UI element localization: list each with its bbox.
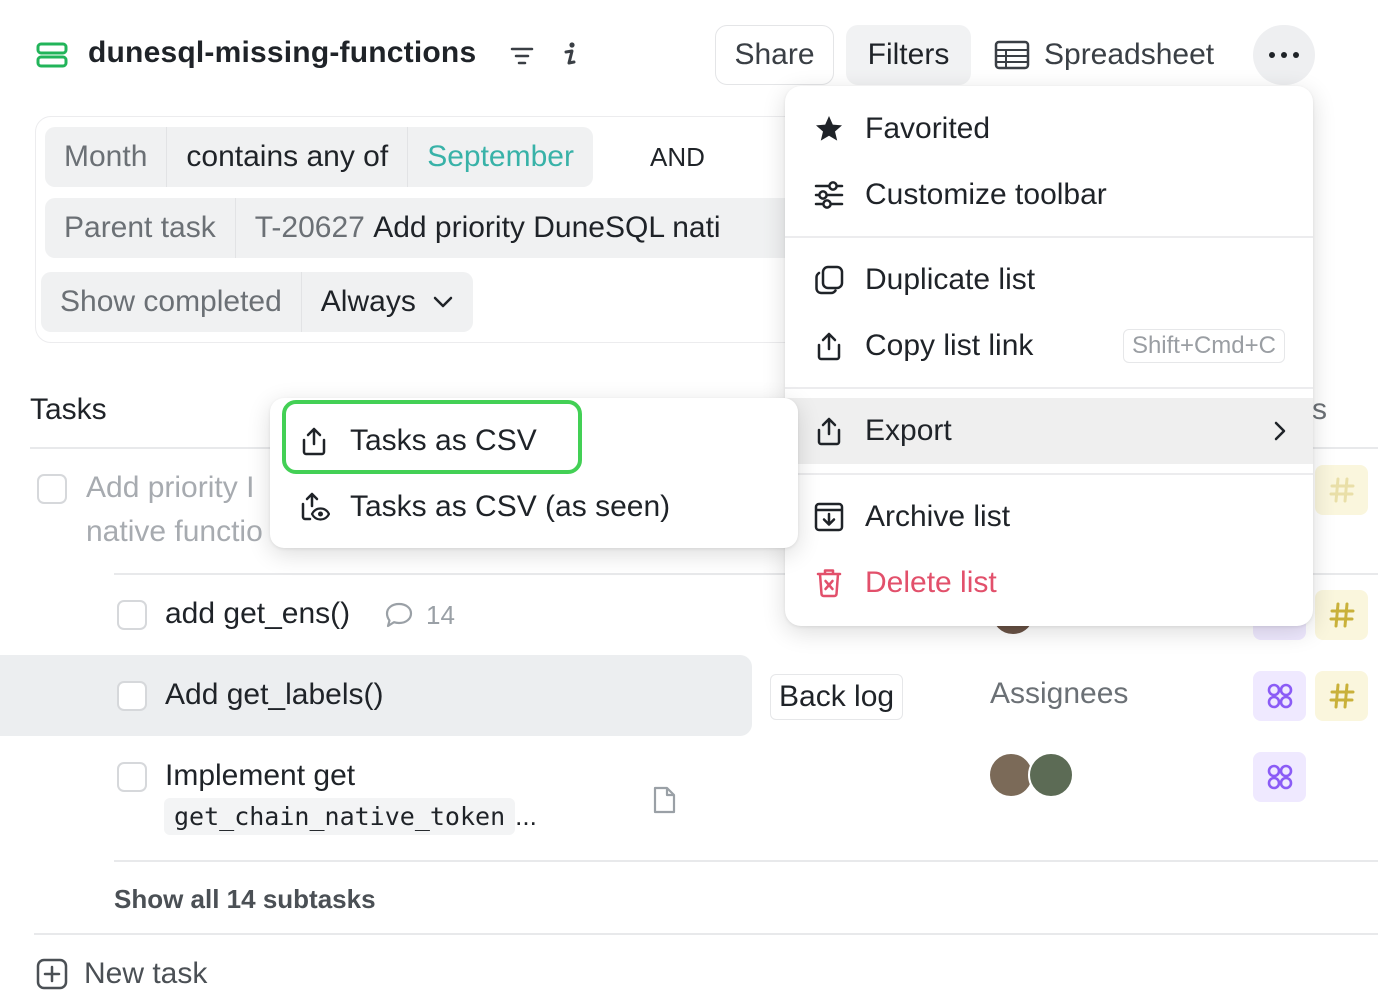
export-icon	[302, 427, 326, 456]
document-icon	[653, 786, 676, 814]
task-checkbox[interactable]	[37, 474, 67, 504]
show-all-subtasks-link[interactable]: Show all 14 subtasks	[114, 884, 376, 915]
filter-operator[interactable]: contains any of	[167, 127, 409, 187]
avatar[interactable]	[1028, 752, 1074, 798]
new-task-button[interactable]: New task	[36, 957, 207, 991]
filters-button[interactable]: Filters	[846, 25, 971, 85]
show-completed-select[interactable]: Always	[302, 272, 473, 332]
menu-item-copy-list-link[interactable]: Copy list link Shift+Cmd+C	[785, 313, 1313, 379]
filter-chip-month[interactable]: Month contains any of September	[45, 127, 593, 187]
hashtag-icon	[1329, 602, 1354, 628]
sort-icon[interactable]	[508, 42, 536, 70]
comment-count: 14	[426, 600, 455, 630]
status-badge[interactable]: Back log	[770, 674, 904, 720]
chevron-down-icon	[433, 296, 453, 308]
menu-item-export[interactable]: Export	[785, 398, 1313, 464]
task-title[interactable]: Add get_labels()	[165, 678, 383, 712]
chevron-right-icon	[1274, 421, 1286, 441]
new-task-label: New task	[84, 957, 208, 990]
task-id: T-20627	[254, 211, 365, 244]
apps-icon	[1267, 764, 1292, 790]
ellipsis: ...	[515, 801, 537, 831]
submenu-item-tasks-csv-as-seen[interactable]: Tasks as CSV (as seen)	[270, 474, 798, 540]
code-inline: get_chain_native_token	[164, 798, 516, 835]
filter-value[interactable]: T-20627 Add priority DuneSQL nati	[236, 198, 740, 258]
spreadsheet-label: Spreadsheet	[1044, 38, 1215, 71]
hashtag-icon	[1329, 683, 1354, 709]
filter-joiner[interactable]: AND	[650, 142, 705, 173]
share-button[interactable]: Share	[715, 25, 834, 85]
submenu-item-label: Tasks as CSV	[350, 424, 537, 457]
share-out-icon	[817, 332, 841, 361]
duplicate-icon	[815, 265, 844, 295]
task-title[interactable]: add get_ens()	[165, 597, 350, 631]
task-checkbox[interactable]	[117, 681, 147, 711]
filter-chip-show-completed[interactable]: Show completed Always	[41, 272, 473, 332]
hashtag-button[interactable]	[1315, 465, 1368, 515]
menu-item-label: Favorited	[865, 112, 991, 145]
menu-item-favorited[interactable]: Favorited	[785, 96, 1313, 162]
filter-field[interactable]: Parent task	[45, 198, 236, 258]
filter-value[interactable]: September	[408, 127, 593, 187]
parent-task-title-line1[interactable]: Add priority I	[86, 471, 254, 505]
star-icon	[816, 116, 842, 141]
export-icon	[817, 417, 841, 446]
submenu-item-label: Tasks as CSV (as seen)	[350, 490, 671, 523]
menu-separator	[785, 387, 1313, 389]
menu-item-label: Archive list	[865, 500, 1011, 533]
plus-square-icon	[36, 958, 68, 990]
list-title: dunesql-missing-functions	[88, 36, 477, 69]
assignees-placeholder[interactable]: Assignees	[990, 677, 1128, 711]
list-options-menu: Favorited Customize toolbar Duplicate li…	[785, 86, 1313, 626]
menu-item-label: Duplicate list	[865, 263, 1036, 296]
menu-item-label: Copy list link	[865, 329, 1034, 362]
apps-icon	[1267, 683, 1292, 709]
task-code-snippet[interactable]: get_chain_native_token...	[164, 798, 537, 835]
export-submenu: Tasks as CSV Tasks as CSV (as seen)	[270, 398, 798, 548]
menu-separator	[785, 236, 1313, 238]
keyboard-shortcut: Shift+Cmd+C	[1122, 329, 1285, 363]
column-header-partial: s	[1312, 393, 1327, 426]
spreadsheet-icon	[994, 40, 1030, 70]
hashtag-icon	[1329, 477, 1354, 503]
apps-button[interactable]	[1253, 671, 1306, 721]
hashtag-button[interactable]	[1315, 590, 1368, 640]
task-title[interactable]: Implement get	[165, 759, 355, 793]
more-options-button[interactable]	[1253, 25, 1315, 85]
menu-item-label: Customize toolbar	[865, 178, 1107, 211]
divider	[34, 933, 1378, 935]
ellipsis-icon	[1269, 52, 1299, 58]
trash-icon	[816, 569, 842, 598]
menu-item-duplicate-list[interactable]: Duplicate list	[785, 247, 1313, 313]
menu-separator	[785, 473, 1313, 475]
menu-item-label: Export	[865, 414, 952, 447]
filter-field[interactable]: Month	[45, 127, 168, 187]
sliders-icon	[814, 181, 844, 209]
divider	[114, 860, 1378, 862]
menu-item-label: Delete list	[865, 566, 997, 599]
menu-item-customize-toolbar[interactable]: Customize toolbar	[785, 162, 1313, 228]
export-eye-icon	[301, 492, 330, 521]
tasks-heading: Tasks	[30, 393, 107, 426]
select-value: Always	[320, 285, 416, 318]
task-checkbox[interactable]	[117, 600, 147, 630]
menu-item-delete-list[interactable]: Delete list	[785, 550, 1313, 616]
info-icon[interactable]	[556, 40, 584, 68]
hashtag-button[interactable]	[1315, 671, 1368, 721]
filter-field[interactable]: Show completed	[41, 272, 302, 332]
parent-task-title-line2[interactable]: native functio	[86, 515, 263, 549]
apps-button[interactable]	[1253, 752, 1306, 802]
menu-item-archive-list[interactable]: Archive list	[785, 484, 1313, 550]
task-checkbox[interactable]	[117, 762, 147, 792]
archive-icon	[814, 502, 844, 532]
comment-icon	[385, 602, 413, 628]
submenu-item-tasks-csv[interactable]: Tasks as CSV	[270, 408, 798, 474]
task-title: Add priority DuneSQL nati	[373, 211, 721, 244]
spreadsheet-view-button[interactable]: Spreadsheet	[990, 25, 1240, 85]
filter-chip-parent-task[interactable]: Parent task T-20627 Add priority DuneSQL…	[45, 198, 795, 258]
list-stack-icon	[36, 42, 68, 68]
